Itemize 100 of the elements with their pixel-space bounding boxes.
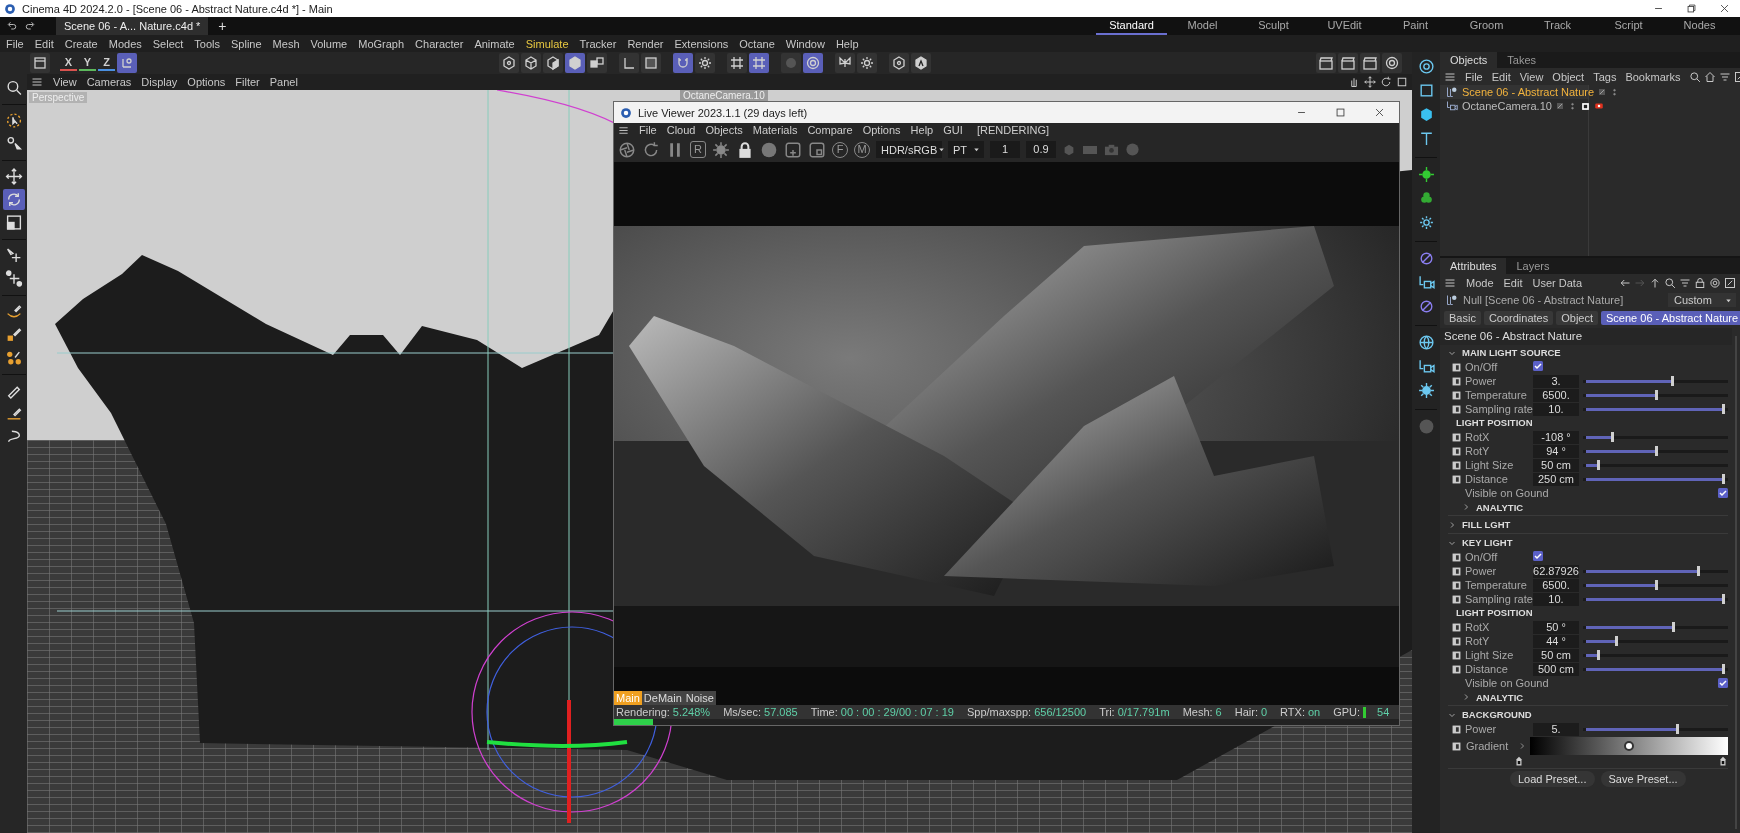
cube-outline-icon[interactable]: [521, 53, 541, 73]
menu-item[interactable]: Options: [187, 76, 226, 88]
menu-item[interactable]: File: [6, 37, 24, 50]
section-title[interactable]: FILL LGHT: [1462, 519, 1511, 530]
cubes-icon[interactable]: [587, 53, 607, 73]
number-field[interactable]: 94 °: [1533, 444, 1579, 458]
menu-item[interactable]: Object: [1552, 70, 1585, 83]
menu-item[interactable]: GUI: [943, 124, 963, 136]
gradient-ramp[interactable]: [1530, 737, 1728, 755]
layout-tab[interactable]: Model: [1167, 17, 1238, 35]
null-object-icon[interactable]: [1446, 86, 1458, 98]
checkbox[interactable]: [1718, 488, 1728, 498]
menu-item[interactable]: Spline: [231, 37, 262, 50]
home-icon[interactable]: [1704, 70, 1717, 83]
undo-icon[interactable]: [6, 20, 18, 32]
chevron-right-icon[interactable]: [1462, 503, 1470, 511]
number-field[interactable]: 10.: [1533, 592, 1579, 606]
lock-icon[interactable]: [1694, 276, 1706, 289]
coordinate-system-icon[interactable]: [117, 53, 137, 73]
layout-tab[interactable]: Nodes: [1664, 17, 1735, 35]
menu-item[interactable]: Panel: [269, 76, 298, 88]
menu-item[interactable]: Character: [415, 37, 464, 50]
document-tab[interactable]: Scene 06 - A... Nature.c4d *: [56, 17, 209, 35]
clapper-gear-icon[interactable]: [1338, 53, 1358, 73]
camera-object-icon[interactable]: [1446, 100, 1458, 112]
region-icon[interactable]: [808, 140, 826, 159]
caret-icon[interactable]: [937, 145, 947, 154]
maximize-icon[interactable]: [1335, 107, 1346, 118]
object-name[interactable]: OctaneCamera.10: [1462, 100, 1552, 112]
half-cube-icon[interactable]: [543, 53, 563, 73]
group-title[interactable]: ANALYTIC: [1476, 691, 1524, 703]
section-title[interactable]: MAIN LIGHT SOURCE: [1462, 347, 1561, 358]
menu-item[interactable]: Mode: [1466, 276, 1494, 289]
menu-item[interactable]: File: [1465, 70, 1483, 83]
number-field[interactable]: 50 cm: [1533, 458, 1579, 472]
aperture-icon[interactable]: [618, 140, 636, 159]
menu-item[interactable]: Materials: [752, 124, 798, 136]
search-icon[interactable]: [1689, 70, 1702, 83]
menu-item[interactable]: Select: [152, 37, 184, 50]
menu-item[interactable]: Bookmarks: [1625, 70, 1681, 83]
checkbox[interactable]: [1533, 361, 1543, 371]
clapper-icon[interactable]: [1316, 53, 1336, 73]
target-icon[interactable]: [1709, 276, 1721, 289]
camera-tag-icon[interactable]: [1593, 101, 1604, 111]
close-icon[interactable]: [1719, 3, 1730, 14]
square-icon[interactable]: [641, 53, 661, 73]
gradient-stop-icon[interactable]: [1514, 756, 1524, 766]
number-field[interactable]: 6500.: [1533, 578, 1579, 592]
section-title[interactable]: BACKGROUND: [1462, 709, 1532, 720]
mode-dropdown[interactable]: Custom: [1668, 293, 1736, 307]
group-title[interactable]: ANALYTIC: [1476, 501, 1524, 513]
menu-item[interactable]: Tools: [194, 37, 221, 50]
menu-item[interactable]: View: [1519, 70, 1544, 83]
ring-icon[interactable]: [1382, 53, 1402, 73]
menu-item[interactable]: View: [53, 76, 77, 88]
menu-item[interactable]: Compare: [807, 124, 853, 136]
page-tab[interactable]: Scene 06 - Abstract Nature: [1601, 311, 1740, 325]
menu-item[interactable]: Simulate: [525, 37, 569, 50]
number-field[interactable]: 5.: [1533, 722, 1579, 736]
refresh-icon[interactable]: [642, 140, 660, 159]
menu-item[interactable]: Modes: [108, 37, 142, 50]
document-icon[interactable]: [30, 53, 50, 73]
number-field[interactable]: 250 cm: [1533, 472, 1579, 486]
number-field[interactable]: 10.: [1533, 402, 1579, 416]
menu-icon[interactable]: [31, 76, 43, 88]
layout-tab[interactable]: UVEdit: [1309, 17, 1380, 35]
menu-item[interactable]: Extensions: [674, 37, 729, 50]
caret-icon[interactable]: [972, 145, 981, 154]
menu-icon[interactable]: [1444, 276, 1456, 289]
checkbox[interactable]: [1718, 678, 1728, 688]
checkbox[interactable]: [1533, 551, 1543, 561]
number-field[interactable]: 50 cm: [1533, 648, 1579, 662]
search-icon[interactable]: [1664, 276, 1676, 289]
panel-tab[interactable]: Attributes: [1440, 258, 1507, 274]
close-icon[interactable]: [1374, 107, 1385, 118]
menu-item[interactable]: Objects: [705, 124, 743, 136]
ring-icon[interactable]: [803, 53, 823, 73]
menu-item[interactable]: MoGraph: [358, 37, 405, 50]
menu-item[interactable]: Cloud: [666, 124, 696, 136]
menu-item[interactable]: Edit: [1503, 276, 1523, 289]
menu-item[interactable]: Tags: [1593, 70, 1617, 83]
butterfly-icon[interactable]: [835, 53, 855, 73]
layout-tab[interactable]: Script: [1593, 17, 1664, 35]
preset-button[interactable]: Save Preset...: [1600, 771, 1686, 787]
number-field[interactable]: 50 °: [1533, 620, 1579, 634]
color-space-dropdown[interactable]: HDR/sRGB: [876, 141, 942, 158]
grid-snap-icon[interactable]: [749, 53, 769, 73]
pass-tab[interactable]: DeMain: [641, 691, 684, 705]
grid-icon[interactable]: [727, 53, 747, 73]
section-title[interactable]: KEY LIGHT: [1462, 537, 1513, 548]
number-field[interactable]: -108 °: [1533, 430, 1579, 444]
new-window-icon[interactable]: [1724, 276, 1736, 289]
new-tab-button[interactable]: +: [214, 18, 231, 34]
gradient-knob[interactable]: [1624, 741, 1634, 751]
menu-item[interactable]: Help: [835, 37, 859, 50]
sphere-icon[interactable]: [760, 140, 778, 159]
panel-tab[interactable]: Takes: [1497, 52, 1547, 68]
menu-item[interactable]: Mesh: [272, 37, 300, 50]
preset-button[interactable]: Load Preset...: [1510, 771, 1595, 787]
lock-icon[interactable]: [736, 140, 754, 159]
